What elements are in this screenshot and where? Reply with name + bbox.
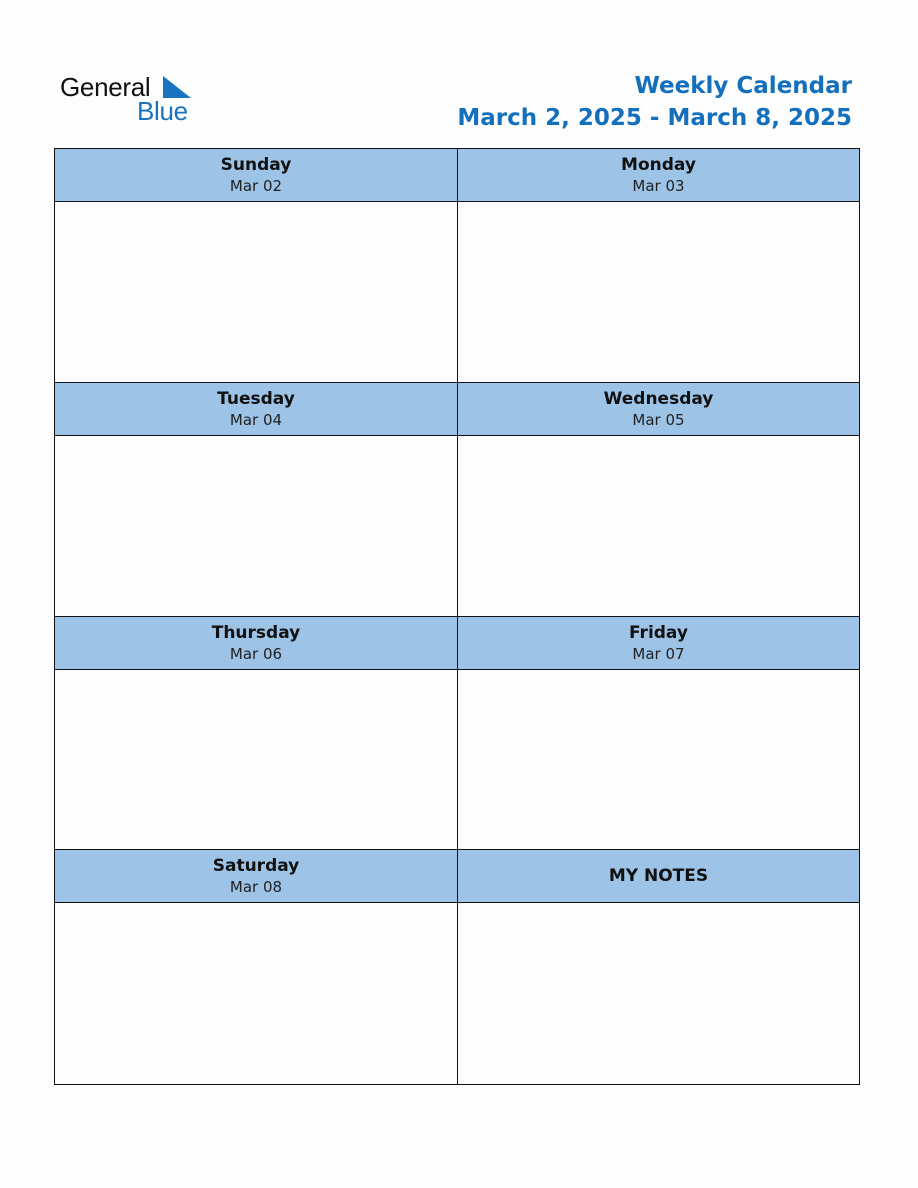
day-header: Tuesday Mar 04 xyxy=(55,382,457,436)
day-writing-area[interactable] xyxy=(458,202,859,382)
logo-triangle-icon xyxy=(163,76,191,98)
day-header: Saturday Mar 08 xyxy=(55,850,457,904)
day-name: Sunday xyxy=(220,155,292,175)
general-blue-logo: General Blue xyxy=(60,70,210,130)
day-name: Saturday xyxy=(212,856,300,877)
day-cell-friday: Friday Mar 07 xyxy=(458,616,859,851)
day-name: Friday xyxy=(629,622,688,643)
notes-header: MY NOTES xyxy=(458,850,859,904)
day-date: Mar 04 xyxy=(229,410,283,429)
day-cell-thursday: Thursday Mar 06 xyxy=(55,616,458,851)
weekly-calendar-grid: Sunday Mar 02 Monday Mar 03 Tuesday Mar … xyxy=(54,148,860,1085)
day-cell-sunday: Sunday Mar 02 xyxy=(55,149,458,383)
day-name: Tuesday xyxy=(217,388,295,409)
day-cell-monday: Monday Mar 03 xyxy=(458,149,859,383)
day-header: Monday Mar 03 xyxy=(458,149,859,202)
day-date: Mar 03 xyxy=(632,177,685,195)
notes-title: MY NOTES xyxy=(608,866,709,887)
day-writing-area[interactable] xyxy=(55,903,457,1084)
day-header: Friday Mar 07 xyxy=(458,616,859,670)
day-name: Wednesday xyxy=(603,388,714,409)
day-writing-area[interactable] xyxy=(458,669,859,850)
day-date: Mar 08 xyxy=(229,878,283,897)
day-date: Mar 02 xyxy=(229,177,283,195)
logo-text-blue: Blue xyxy=(137,96,188,126)
day-date: Mar 07 xyxy=(632,644,685,663)
day-name: Monday xyxy=(621,155,696,175)
notes-cell: MY NOTES xyxy=(458,850,859,1084)
page-header: Weekly Calendar March 2, 2025 - March 8,… xyxy=(457,70,852,134)
page-title: Weekly Calendar xyxy=(634,73,852,99)
day-header: Sunday Mar 02 xyxy=(55,149,457,202)
day-cell-saturday: Saturday Mar 08 xyxy=(55,850,458,1084)
day-writing-area[interactable] xyxy=(55,202,457,382)
date-range: March 2, 2025 - March 8, 2025 xyxy=(457,105,852,131)
day-writing-area[interactable] xyxy=(458,435,859,616)
day-cell-tuesday: Tuesday Mar 04 xyxy=(55,382,458,617)
day-date: Mar 06 xyxy=(229,644,283,663)
day-header: Wednesday Mar 05 xyxy=(458,382,859,436)
notes-writing-area[interactable] xyxy=(458,903,859,1084)
day-name: Thursday xyxy=(211,622,301,643)
day-date: Mar 05 xyxy=(632,410,685,429)
day-header: Thursday Mar 06 xyxy=(55,616,457,670)
day-writing-area[interactable] xyxy=(55,669,457,850)
day-cell-wednesday: Wednesday Mar 05 xyxy=(458,382,859,617)
day-writing-area[interactable] xyxy=(55,435,457,616)
